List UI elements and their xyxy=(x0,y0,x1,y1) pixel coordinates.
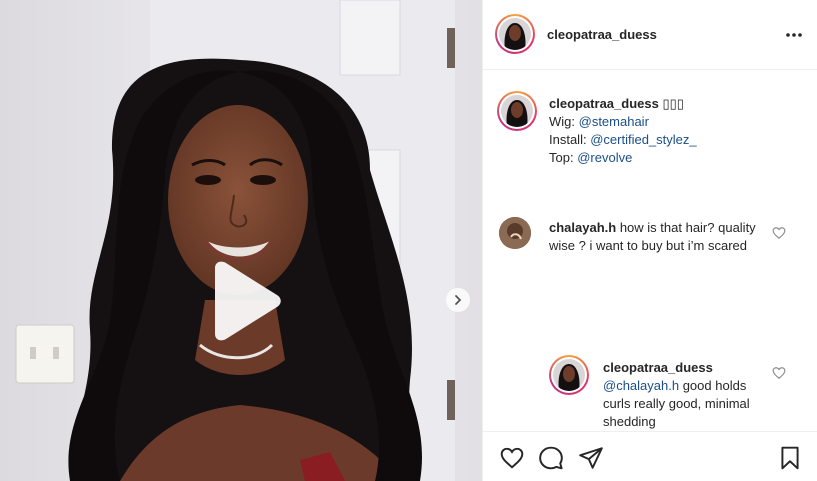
caption-line-top: Top: @revolve xyxy=(549,150,633,165)
mention-link[interactable]: @revolve xyxy=(577,150,632,165)
post-side-panel: cleopatraa_duess cleopatraa_duess ▯▯▯ Wi… xyxy=(482,0,817,481)
like-button[interactable] xyxy=(499,445,525,471)
like-comment-button[interactable] xyxy=(772,226,786,240)
bookmark-icon xyxy=(781,446,799,470)
play-icon xyxy=(215,261,281,341)
comment-button[interactable] xyxy=(538,445,564,471)
caption-text: cleopatraa_duess ▯▯▯ Wig: @stemahair Ins… xyxy=(549,95,789,167)
post-video[interactable] xyxy=(0,0,482,481)
mention-link[interactable]: @certified_stylez_ xyxy=(590,132,696,147)
video-frame xyxy=(0,0,482,481)
post-action-bar xyxy=(483,431,817,481)
avatar-image xyxy=(499,217,531,249)
like-comment-button[interactable] xyxy=(772,366,786,380)
comment-icon xyxy=(539,446,563,470)
comment-text: chalayah.h how is that hair? quality wis… xyxy=(549,220,756,253)
reply-username[interactable]: cleopatraa_duess xyxy=(603,359,773,377)
comment-username[interactable]: chalayah.h xyxy=(549,220,616,235)
heart-icon xyxy=(500,447,524,469)
caption-line-install: Install: @certified_stylez_ xyxy=(549,132,697,147)
avatar-image xyxy=(499,18,531,50)
heart-icon xyxy=(772,367,786,380)
share-icon xyxy=(579,447,603,469)
replier-avatar[interactable] xyxy=(549,355,589,395)
caption-username[interactable]: cleopatraa_duess xyxy=(549,96,659,111)
mention-link[interactable]: @chalayah.h xyxy=(603,378,679,393)
reply-text: cleopatraa_duess @chalayah.h good holds … xyxy=(603,359,773,431)
caption-avatar[interactable] xyxy=(497,91,537,131)
more-options-icon xyxy=(786,33,802,37)
caption-line-wig: Wig: @stemahair xyxy=(549,114,649,129)
share-button[interactable] xyxy=(578,445,604,471)
save-button[interactable] xyxy=(777,445,803,471)
avatar-image xyxy=(553,359,585,391)
author-username[interactable]: cleopatraa_duess xyxy=(547,27,657,42)
more-options-button[interactable] xyxy=(783,26,805,44)
comments-list[interactable]: cleopatraa_duess ▯▯▯ Wig: @stemahair Ins… xyxy=(483,71,817,431)
next-media-button[interactable] xyxy=(446,288,470,312)
mention-link[interactable]: @stemahair xyxy=(579,114,649,129)
play-button[interactable] xyxy=(201,258,287,344)
chevron-right-icon xyxy=(455,295,462,305)
caption-emoji: ▯▯▯ xyxy=(662,96,684,111)
heart-icon xyxy=(772,227,786,240)
author-avatar[interactable] xyxy=(495,14,535,54)
post-header: cleopatraa_duess xyxy=(483,0,817,70)
avatar-image xyxy=(501,95,533,127)
instagram-post: cleopatraa_duess cleopatraa_duess ▯▯▯ Wi… xyxy=(0,0,817,481)
commenter-avatar[interactable] xyxy=(499,217,531,249)
